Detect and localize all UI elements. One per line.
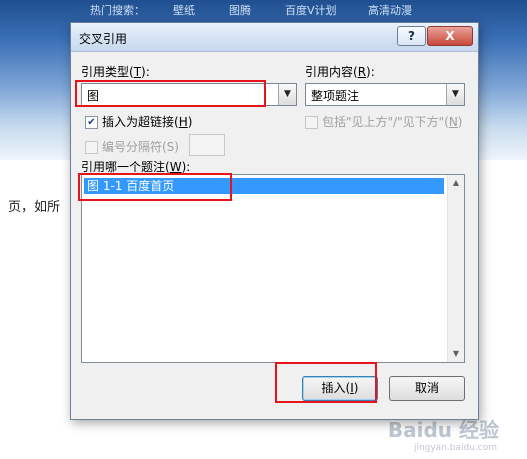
- help-button[interactable]: ?: [397, 26, 426, 46]
- scroll-down-icon[interactable]: ▼: [448, 346, 464, 362]
- nav-hd-anime: 高清动漫: [368, 4, 412, 17]
- nav-wallpaper: 壁纸: [173, 4, 195, 17]
- dialog-titlebar[interactable]: 交叉引用 ? X: [71, 23, 478, 52]
- reference-type-select[interactable]: 图 ▼: [81, 83, 297, 106]
- cross-reference-dialog: 交叉引用 ? X 引用类型(T): 图 ▼ 引用内容(R): 整项题注 ▼ ✔ 插…: [70, 22, 479, 420]
- nav-totem: 图腾: [229, 4, 251, 17]
- which-caption-label: 引用哪一个题注(W):: [81, 160, 191, 174]
- include-above-below-checkbox[interactable]: 包括"见上方"/"见下方"(N): [305, 113, 462, 130]
- checkmark-icon: ✔: [85, 116, 98, 129]
- background-body-text: 页，如所: [8, 200, 61, 215]
- separate-numbers-checkbox[interactable]: 编号分隔符(S): [85, 138, 179, 155]
- vertical-scrollbar[interactable]: ▲ ▼: [447, 175, 464, 362]
- chevron-down-icon[interactable]: ▼: [446, 84, 464, 105]
- background-nav: 热门搜索： 壁纸 图腾 百度V计划 高清动漫: [0, 0, 527, 18]
- scroll-up-icon[interactable]: ▲: [448, 175, 464, 191]
- reference-content-select[interactable]: 整项题注 ▼: [305, 83, 465, 106]
- nav-baidu-v-plan: 百度V计划: [285, 4, 337, 17]
- insert-hyperlink-checkbox[interactable]: ✔ 插入为超链接(H): [85, 113, 192, 130]
- reference-type-label: 引用类型(T):: [81, 65, 150, 79]
- reference-content-label: 引用内容(R):: [305, 65, 375, 79]
- reference-content-value: 整项题注: [311, 89, 360, 103]
- watermark-url: jingyan.baidu.com: [413, 443, 497, 453]
- list-item[interactable]: 图 1-1 百度首页: [84, 178, 444, 194]
- checkbox-icon: [305, 116, 318, 129]
- nav-hot-search: 热门搜索：: [90, 4, 145, 17]
- reference-type-value: 图: [87, 89, 100, 103]
- separator-input[interactable]: [189, 134, 225, 156]
- checkbox-icon: [85, 141, 98, 154]
- close-button[interactable]: X: [427, 26, 473, 46]
- chevron-down-icon[interactable]: ▼: [278, 84, 296, 105]
- insert-button[interactable]: 插入(I): [302, 376, 378, 401]
- dialog-title: 交叉引用: [79, 32, 128, 46]
- cancel-button[interactable]: 取消: [389, 376, 465, 401]
- caption-listbox[interactable]: 图 1-1 百度首页 ▲ ▼: [81, 174, 465, 363]
